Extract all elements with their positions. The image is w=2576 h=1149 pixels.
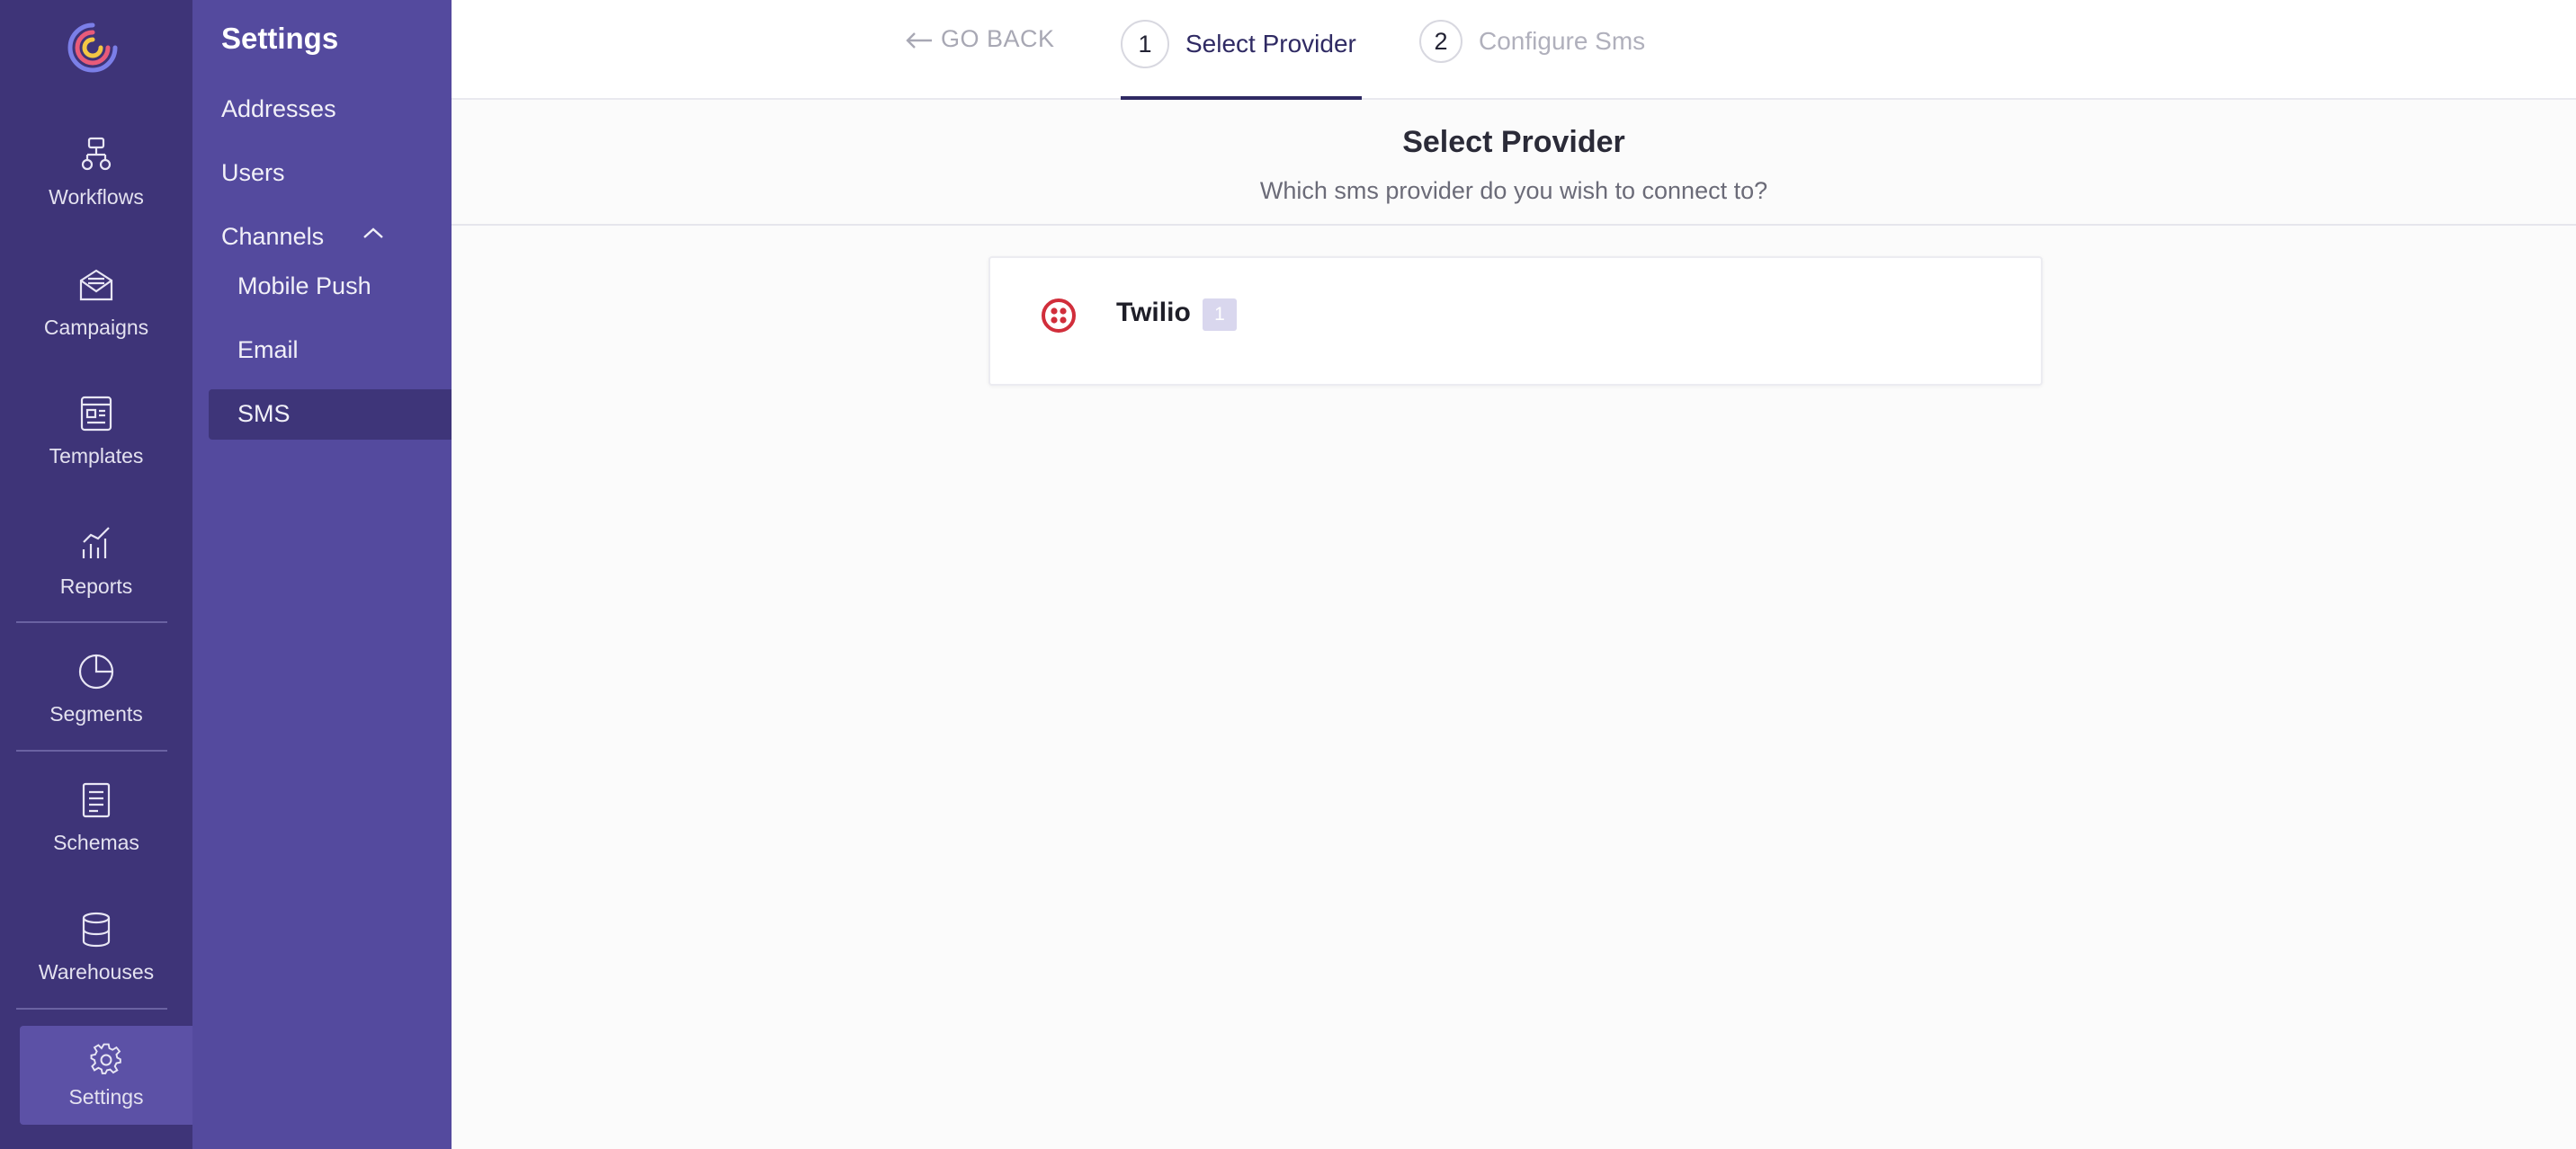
- rail-item-schemas[interactable]: Schemas: [0, 780, 192, 879]
- app-logo-icon[interactable]: [65, 20, 121, 76]
- rail-divider: [16, 621, 167, 623]
- go-back-label: GO BACK: [941, 25, 1055, 52]
- rail-divider: [16, 750, 167, 752]
- workflow-icon: [81, 137, 112, 171]
- sidebar-item-email[interactable]: Email: [237, 336, 299, 364]
- rail-divider: [16, 1008, 167, 1010]
- sidebar-item-sms-label: SMS: [237, 400, 291, 427]
- step-configure-sms[interactable]: 2 Configure Sms: [1419, 20, 1645, 63]
- rail-item-templates[interactable]: Templates: [0, 394, 192, 493]
- page-title: Select Provider: [1402, 125, 1625, 159]
- provider-name: Twilio: [1116, 298, 1191, 327]
- rail-label: Templates: [49, 444, 144, 468]
- provider-count-badge: 1: [1203, 298, 1237, 331]
- arrow-left-icon: [906, 32, 932, 49]
- step-number: 1: [1121, 20, 1169, 68]
- page-heading: Select Provider Which sms provider do yo…: [452, 100, 2576, 226]
- gear-icon: [90, 1043, 121, 1074]
- rail-item-campaigns[interactable]: Campaigns: [0, 265, 192, 364]
- app-rail: Workflows Campaigns Templates Reports Se…: [0, 0, 192, 1149]
- twilio-icon: [1042, 298, 1076, 333]
- campaign-icon: [79, 269, 113, 301]
- reports-icon: [82, 527, 110, 558]
- database-icon: [82, 912, 111, 948]
- provider-card-twilio[interactable]: Twilio 1: [988, 256, 2043, 386]
- rail-item-reports[interactable]: Reports: [0, 524, 192, 623]
- rail-item-warehouses[interactable]: Warehouses: [0, 910, 192, 1009]
- sidebar-item-channels[interactable]: Channels: [221, 223, 324, 251]
- chevron-up-icon[interactable]: [362, 225, 385, 241]
- step-label: Select Provider: [1185, 30, 1356, 58]
- segments-icon: [78, 654, 114, 690]
- sidebar-item-addresses[interactable]: Addresses: [221, 95, 336, 123]
- rail-label: Warehouses: [38, 960, 155, 984]
- schemas-icon: [82, 782, 111, 818]
- sidebar-item-users[interactable]: Users: [221, 159, 285, 187]
- go-back-button[interactable]: GO BACK: [905, 25, 1055, 53]
- rail-item-settings[interactable]: Settings: [20, 1026, 192, 1125]
- rail-item-segments[interactable]: Segments: [0, 652, 192, 751]
- settings-sidebar: Settings Addresses Users Channels Mobile…: [192, 0, 452, 1149]
- page-subtitle: Which sms provider do you wish to connec…: [1259, 177, 1768, 204]
- step-header: GO BACK 1 Select Provider 2 Configure Sm…: [452, 0, 2576, 100]
- rail-label: Reports: [59, 574, 133, 598]
- rail-label: Workflows: [49, 185, 144, 209]
- rail-item-workflows[interactable]: Workflows: [0, 135, 192, 234]
- step-select-provider[interactable]: 1 Select Provider: [1121, 20, 1356, 68]
- step-label: Configure Sms: [1479, 27, 1646, 55]
- rail-label: Campaigns: [43, 316, 149, 339]
- rail-label: Segments: [49, 702, 143, 726]
- template-icon: [80, 396, 112, 432]
- sidebar-title: Settings: [221, 22, 339, 55]
- step-number: 2: [1419, 20, 1462, 63]
- rail-label: Schemas: [53, 831, 139, 854]
- rail-label: Settings: [68, 1085, 144, 1109]
- sidebar-item-mobile-push[interactable]: Mobile Push: [237, 272, 371, 300]
